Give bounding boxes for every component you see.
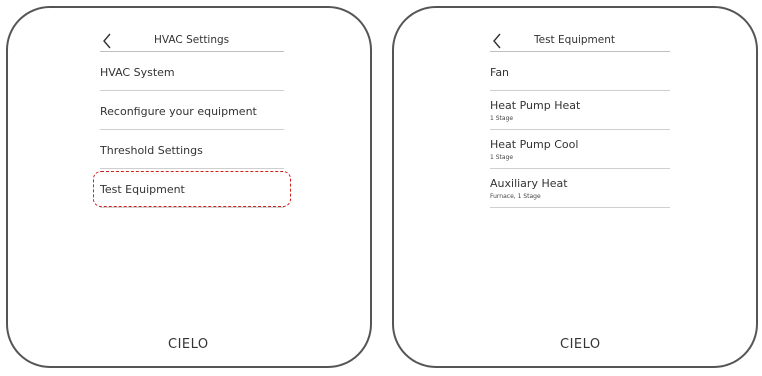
equipment-item-auxiliary-heat[interactable]: Auxiliary Heat Furnace, 1 Stage	[490, 169, 670, 208]
chevron-left-icon	[493, 33, 501, 49]
page-title: Test Equipment	[534, 34, 616, 46]
chevron-left-icon	[103, 33, 111, 49]
equipment-item-label: Heat Pump Cool	[490, 138, 579, 151]
equipment-item-label: Fan	[490, 66, 510, 79]
equipment-item-detail: Furnace, 1 Stage	[490, 193, 541, 200]
menu-item-hvac-system[interactable]: HVAC System	[100, 52, 284, 91]
menu-item-threshold-settings[interactable]: Threshold Settings	[100, 130, 284, 169]
test-equipment-screen: Test Equipment Fan Heat Pump Heat 1 Stag…	[392, 6, 758, 368]
equipment-item-label: Auxiliary Heat	[490, 177, 568, 190]
equipment-item-detail: 1 Stage	[490, 115, 514, 122]
equipment-item-label: Heat Pump Heat	[490, 99, 581, 112]
menu-item-label: HVAC System	[100, 66, 175, 79]
equipment-item-fan[interactable]: Fan	[490, 52, 670, 91]
back-button[interactable]	[100, 30, 116, 52]
highlight-outline	[93, 171, 291, 207]
back-button[interactable]	[490, 30, 506, 52]
cielo-logo: CIELO	[168, 337, 209, 352]
hvac-settings-screen: HVAC Settings HVAC System Reconfigure yo…	[6, 6, 372, 368]
menu-item-label: Threshold Settings	[100, 144, 203, 157]
equipment-item-heat-pump-heat[interactable]: Heat Pump Heat 1 Stage	[490, 91, 670, 130]
page-title: HVAC Settings	[154, 34, 230, 46]
equipment-item-detail: 1 Stage	[490, 154, 514, 161]
menu-item-reconfigure-equipment[interactable]: Reconfigure your equipment	[100, 91, 284, 130]
cielo-logo: CIELO	[560, 337, 601, 352]
menu-item-label: Reconfigure your equipment	[100, 105, 257, 118]
equipment-item-heat-pump-cool[interactable]: Heat Pump Cool 1 Stage	[490, 130, 670, 169]
